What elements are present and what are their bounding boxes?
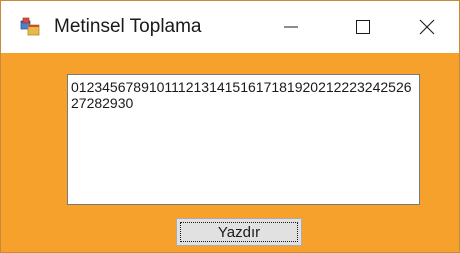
minimize-button[interactable]	[259, 1, 323, 53]
close-button[interactable]	[395, 1, 459, 53]
app-window: Metinsel Toplama 01234567891011121314151…	[0, 0, 460, 253]
maximize-icon	[356, 20, 370, 34]
print-button-label: Yazdır	[217, 223, 261, 241]
close-icon	[419, 19, 435, 35]
window-title: Metinsel Toplama	[54, 16, 202, 37]
output-textbox[interactable]: 0123456789101112131415161718192021222324…	[67, 74, 420, 205]
maximize-button[interactable]	[331, 1, 395, 53]
title-bar[interactable]: Metinsel Toplama	[1, 1, 459, 53]
app-window-icon	[20, 17, 40, 36]
print-button[interactable]: Yazdır	[176, 218, 302, 246]
minimize-icon	[284, 26, 298, 28]
